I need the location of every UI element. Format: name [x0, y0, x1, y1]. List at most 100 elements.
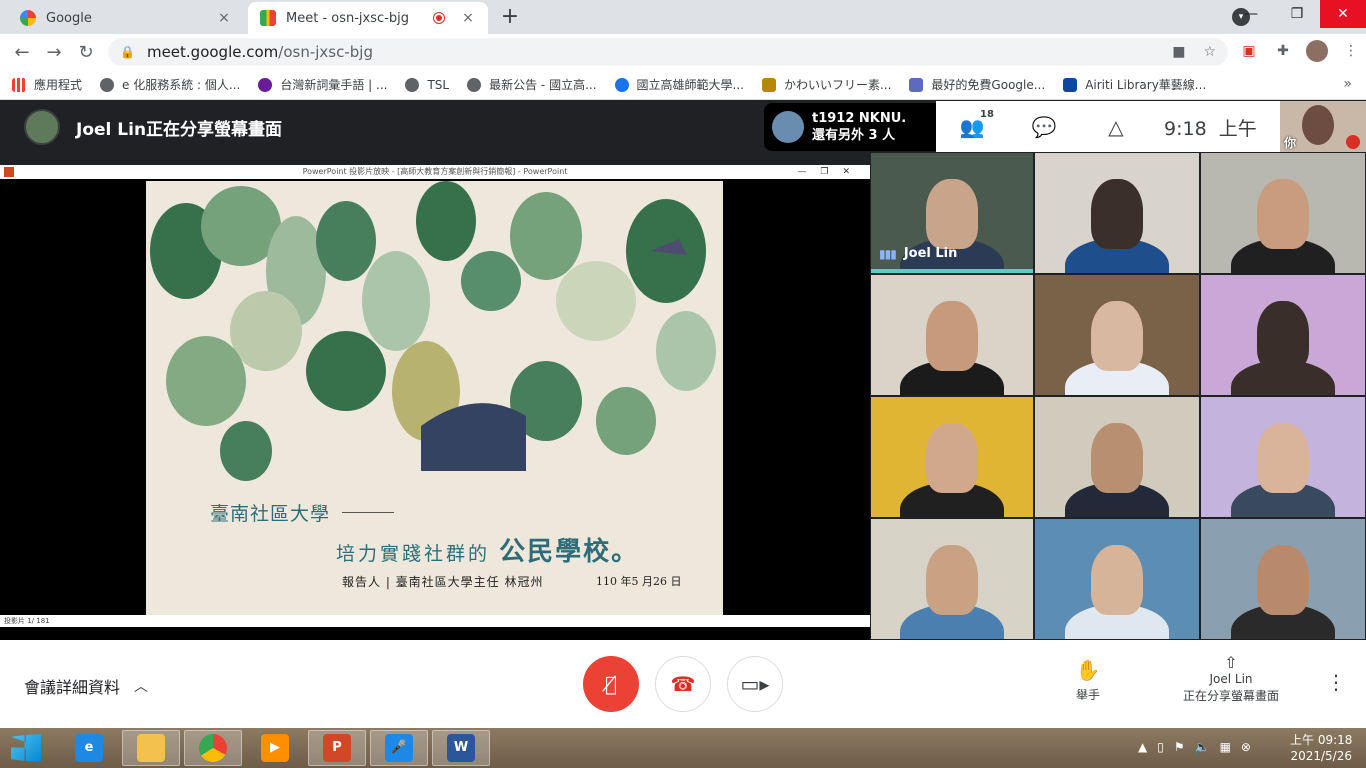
participant-tile[interactable]: [1034, 274, 1200, 396]
bookmark-item[interactable]: Airiti Library華藝線...: [1063, 76, 1206, 93]
raise-hand-button[interactable]: ✋ 舉手: [1064, 658, 1112, 703]
notification-icon[interactable]: ⊗: [1241, 740, 1251, 754]
back-icon[interactable]: ←: [6, 42, 38, 63]
meet-app: Joel Lin正在分享螢幕畫面 t1912 NKNU. 還有另外 3 人 👥 1…: [0, 101, 1366, 728]
tab-title: Google: [46, 10, 92, 26]
muted-icon: [1346, 135, 1360, 149]
slide-title: 培力實踐社群的 公民學校。: [336, 531, 639, 568]
participant-tile[interactable]: [870, 396, 1034, 518]
volume-icon[interactable]: 🔈: [1195, 740, 1210, 754]
meeting-details-button[interactable]: 會議詳細資料 ︿: [24, 674, 148, 698]
clock-time: 上午 09:18: [1290, 733, 1353, 747]
restore-icon[interactable]: ❐: [1274, 0, 1320, 28]
menu-icon[interactable]: ⋮: [1340, 40, 1362, 62]
taskbar-app-media[interactable]: ▶: [246, 730, 304, 766]
participant-face: [1256, 179, 1310, 249]
participant-face: [1090, 423, 1144, 493]
clock-date: 2021/5/26: [1290, 749, 1352, 763]
reload-icon[interactable]: ↻: [70, 42, 102, 63]
leave-call-button[interactable]: ☎: [655, 656, 711, 712]
bookmark-label: かわいいフリー素...: [783, 78, 892, 92]
bookmark-label: Airiti Library華藝線...: [1085, 78, 1207, 92]
bookmark-star-icon[interactable]: ☆: [1203, 44, 1216, 60]
slide: 臺南社區大學 培力實踐社群的 公民學校。 報告人 | 臺南社區大學主任 林冠州 …: [146, 181, 723, 615]
slide-divider: [342, 512, 394, 513]
camera-in-use-icon[interactable]: ■: [1172, 44, 1185, 60]
other-participants-chip[interactable]: t1912 NKNU. 還有另外 3 人: [764, 103, 936, 151]
start-button[interactable]: [6, 730, 46, 766]
presenting-button[interactable]: ⇧ Joel Lin 正在分享螢幕畫面: [1166, 654, 1296, 705]
globe-icon: [405, 77, 420, 92]
tray-device-icon[interactable]: ▯: [1157, 740, 1164, 754]
bookmark-item[interactable]: 最好的免費Google...: [909, 76, 1045, 93]
bookmark-item[interactable]: 國立高雄師範大學...: [614, 76, 744, 93]
ppt-titlebar: PowerPoint 投影片放映 - [高師大教育方案創新與行銷簡報] - Po…: [0, 165, 870, 179]
tab-google[interactable]: Google ×: [8, 2, 244, 34]
participant-tile[interactable]: [1034, 396, 1200, 518]
self-view-tile[interactable]: 你: [1280, 101, 1366, 153]
bookmarks-overflow-icon[interactable]: »: [1343, 76, 1352, 92]
site-logo-icon: [258, 77, 273, 92]
meeting-clock: 9:18 上午: [1164, 114, 1257, 141]
bookmark-label: 最新公告 - 國立高...: [489, 78, 597, 92]
participant-tile[interactable]: [870, 518, 1034, 640]
close-window-icon[interactable]: ✕: [1320, 0, 1366, 28]
people-button[interactable]: 👥 18: [936, 109, 1008, 139]
extensions-puzzle-icon[interactable]: ✚: [1272, 40, 1294, 62]
slide-illustration: [146, 181, 723, 501]
participant-tile[interactable]: [1200, 518, 1366, 640]
presenter-text: Joel Lin正在分享螢幕畫面: [76, 119, 283, 140]
minimize-icon[interactable]: —: [1228, 0, 1274, 28]
ppt-status-bar: 投影片 1/ 181: [0, 615, 870, 627]
participant-face: [1256, 545, 1310, 615]
bookmark-item[interactable]: 最新公告 - 國立高...: [467, 76, 597, 93]
url-host: meet.google.com: [146, 43, 279, 61]
google-icon: [20, 10, 36, 26]
extension-shield-icon[interactable]: ▣: [1238, 40, 1260, 62]
bookmark-apps[interactable]: 應用程式: [12, 76, 82, 93]
slide-reporter: 報告人 | 臺南社區大學主任 林冠州: [342, 575, 544, 589]
taskbar-app-word[interactable]: W: [432, 730, 490, 766]
participant-tile[interactable]: [1200, 274, 1366, 396]
lock-icon[interactable]: 🔒: [120, 45, 135, 59]
slide-title-emphasis: 公民學校。: [499, 537, 640, 567]
participant-tile[interactable]: [1034, 518, 1200, 640]
ppt-window-title: PowerPoint 投影片放映 - [高師大教育方案創新與行銷簡報] - Po…: [302, 167, 568, 176]
self-label: 你: [1284, 136, 1297, 150]
participant-tile[interactable]: [1200, 152, 1366, 274]
more-options-icon[interactable]: ⋮: [1326, 670, 1346, 694]
camera-toggle-button[interactable]: ▭▸: [727, 656, 783, 712]
bookmark-label: TSL: [427, 77, 450, 92]
flag-icon[interactable]: ⚑: [1174, 740, 1185, 754]
address-bar[interactable]: 🔒 meet.google.com/osn-jxsc-bjg ■ ☆: [108, 38, 1228, 66]
tab-close-icon[interactable]: ×: [460, 10, 476, 26]
network-icon[interactable]: ▦: [1220, 740, 1231, 754]
taskbar-app-powerpoint[interactable]: P: [308, 730, 366, 766]
tab-close-icon[interactable]: ×: [216, 10, 232, 26]
tab-meet[interactable]: Meet - osn-jxsc-bjg ×: [248, 2, 488, 34]
taskbar-app-explorer[interactable]: [122, 730, 180, 766]
taskbar-app-chrome[interactable]: [184, 730, 242, 766]
mic-toggle-button[interactable]: 🎙̸: [583, 656, 639, 712]
participant-tile[interactable]: [1200, 396, 1366, 518]
site-logo-icon: [1063, 77, 1078, 92]
taskbar-app-voice[interactable]: 🎤: [370, 730, 428, 766]
activities-button[interactable]: △: [1080, 115, 1152, 139]
participant-tile[interactable]: ▮▮▮ Joel Lin: [870, 152, 1034, 274]
bookmark-item[interactable]: かわいいフリー素...: [761, 76, 892, 93]
forward-icon[interactable]: →: [38, 42, 70, 63]
taskbar-clock[interactable]: 上午 09:18 2021/5/26: [1290, 732, 1352, 764]
profile-avatar[interactable]: [1306, 40, 1328, 62]
taskbar-app-ie[interactable]: e: [60, 730, 118, 766]
new-tab-button[interactable]: +: [498, 4, 522, 29]
bookmark-item[interactable]: 台灣新詞彙手語 | ...: [258, 76, 387, 93]
slide-date: 110 年5 月26 日: [596, 575, 682, 588]
participant-tile[interactable]: [1034, 152, 1200, 274]
url-path: /osn-jxsc-bjg: [278, 43, 373, 61]
bookmark-item[interactable]: TSL: [405, 77, 450, 92]
tray-expand-icon[interactable]: ▲: [1138, 740, 1147, 754]
chat-button[interactable]: 💬: [1008, 115, 1080, 139]
meet-top-bar: 👥 18 💬 △ 9:18 上午: [936, 101, 1280, 153]
bookmark-item[interactable]: e 化服務系統 : 個人...: [100, 76, 240, 93]
participant-tile[interactable]: [870, 274, 1034, 396]
